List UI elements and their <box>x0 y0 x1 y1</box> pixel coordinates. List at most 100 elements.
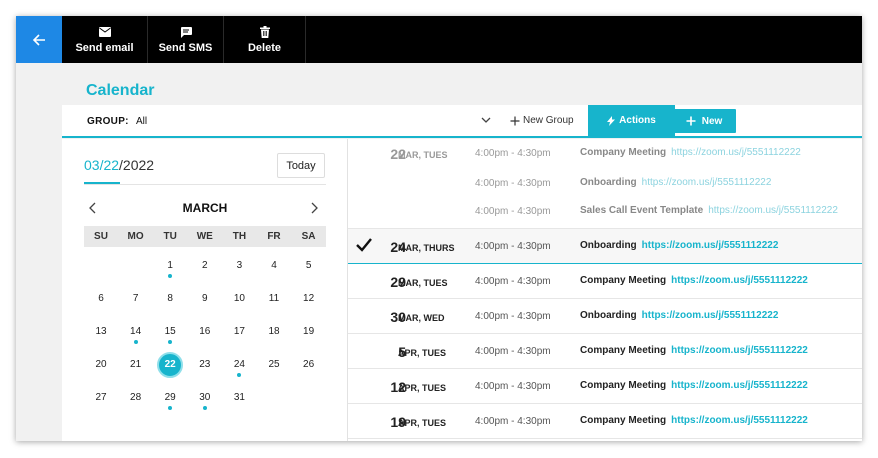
event-time: 4:00pm - 4:30pm <box>475 416 551 427</box>
chevron-left-icon[interactable] <box>89 202 97 214</box>
calendar-day[interactable]: 19 <box>296 319 322 345</box>
event-row[interactable]: 12 APR, TUES 4:00pm - 4:30pm Company Meetin… <box>348 369 862 404</box>
event-name: Sales Call Event Template <box>580 205 704 216</box>
event-title: Company Meeting https://zoom.us/j/5551112… <box>580 345 808 356</box>
event-link[interactable]: https://zoom.us/j/5551112222 <box>671 147 801 158</box>
calendar-day[interactable]: 31 <box>226 385 252 411</box>
event-weekday: APR, TUES <box>398 418 447 428</box>
calendar-day[interactable]: 4 <box>261 253 287 279</box>
calendar-day[interactable]: 2 <box>192 253 218 279</box>
filter-bar: GROUP: All New Group Actions New <box>62 105 862 138</box>
new-group-label: New Group <box>523 115 574 126</box>
event-name: Company Meeting <box>580 147 667 158</box>
event-name: Company Meeting <box>580 275 667 286</box>
event-title: Onboarding https://zoom.us/j/5551112222 <box>580 177 771 188</box>
calendar-day[interactable]: 6 <box>88 286 114 312</box>
new-button[interactable]: New <box>672 109 736 133</box>
top-toolbar: Send email Send SMS Delete <box>16 16 862 63</box>
app-window: Send email Send SMS Delete Calendar GROU… <box>16 16 862 441</box>
month-label: MARCH <box>182 201 228 215</box>
event-row[interactable]: 22 MAR, TUES 4:00pm - 4:30pm Company Meetin… <box>348 139 862 169</box>
event-time: 4:00pm - 4:30pm <box>475 148 551 159</box>
delete-button[interactable]: Delete <box>224 16 306 63</box>
calendar-day[interactable]: 7 <box>123 286 149 312</box>
event-row[interactable]: 19 APR, TUES 4:00pm - 4:30pm Company Meetin… <box>348 404 862 439</box>
calendar-day[interactable]: 22 <box>157 352 184 378</box>
event-link[interactable]: https://zoom.us/j/5551112222 <box>642 310 779 321</box>
event-list: 22 MAR, TUES 4:00pm - 4:30pm Company Meetin… <box>348 139 862 441</box>
calendar-day[interactable]: 9 <box>192 286 218 312</box>
event-weekday: MAR, THURS <box>398 243 455 253</box>
back-button[interactable] <box>16 16 62 63</box>
send-sms-button[interactable]: Send SMS <box>148 16 224 63</box>
plus-icon <box>510 116 520 125</box>
event-link[interactable]: https://zoom.us/j/5551112222 <box>671 380 808 391</box>
send-sms-label: Send SMS <box>158 42 213 54</box>
calendar-day[interactable]: 16 <box>192 319 218 345</box>
actions-button[interactable]: Actions <box>588 105 675 136</box>
event-time: 4:00pm - 4:30pm <box>475 206 551 217</box>
date-divider <box>84 184 326 185</box>
event-link[interactable]: https://zoom.us/j/5551112222 <box>642 177 772 188</box>
event-row[interactable]: 30 MAR, WED 4:00pm - 4:30pm Onboarding https… <box>348 299 862 334</box>
chevron-down-icon[interactable] <box>481 115 491 125</box>
event-name: Onboarding <box>580 240 637 251</box>
event-link[interactable]: https://zoom.us/j/5551112222 <box>671 275 808 286</box>
current-date-year: /2022 <box>119 157 155 173</box>
event-row[interactable]: 29 MAR, TUES 4:00pm - 4:30pm Company Meetin… <box>348 264 862 299</box>
event-link[interactable]: https://zoom.us/j/5551112222 <box>671 345 808 356</box>
event-row[interactable]: 24 MAR, THURS 4:00pm - 4:30pm Onboarding htt… <box>348 229 862 264</box>
event-time: 4:00pm - 4:30pm <box>475 241 551 252</box>
chevron-right-icon[interactable] <box>310 202 318 214</box>
event-link[interactable]: https://zoom.us/j/5551112222 <box>642 240 779 251</box>
event-weekday: MAR, WED <box>398 313 445 323</box>
calendar-panel: 03/22/2022 Today MARCH SU MO TU WE TH FR SA 12… <box>62 139 348 441</box>
weekday-2: TU <box>163 231 177 242</box>
calendar-day[interactable]: 13 <box>88 319 114 345</box>
calendar-day[interactable]: 25 <box>261 352 287 378</box>
event-title: Company Meeting https://zoom.us/j/5551112… <box>580 415 808 426</box>
event-link[interactable]: https://zoom.us/j/5551112222 <box>671 415 808 426</box>
today-button[interactable]: Today <box>277 153 325 178</box>
plus-icon <box>686 116 696 126</box>
lightning-icon <box>607 115 616 126</box>
calendar-day[interactable]: 5 <box>296 253 322 279</box>
weekday-4: TH <box>232 231 247 242</box>
calendar-day[interactable]: 17 <box>226 319 252 345</box>
event-name: Company Meeting <box>580 345 667 356</box>
calendar-day[interactable]: 23 <box>192 352 218 378</box>
calendar-day[interactable]: 10 <box>226 286 252 312</box>
event-name: Company Meeting <box>580 380 667 391</box>
group-select[interactable]: All <box>136 116 147 127</box>
calendar-day[interactable]: 27 <box>88 385 114 411</box>
calendar-day[interactable]: 12 <box>296 286 322 312</box>
event-row[interactable]: 4:00pm - 4:30pm Onboarding https://zoom.us… <box>348 169 862 197</box>
group-label: GROUP: <box>87 116 129 127</box>
calendar-day[interactable]: 8 <box>157 286 183 312</box>
send-email-label: Send email <box>75 42 134 54</box>
calendar-day[interactable]: 21 <box>123 352 149 378</box>
send-email-button[interactable]: Send email <box>62 16 148 63</box>
weekday-5: FR <box>267 231 281 242</box>
event-title: Onboarding https://zoom.us/j/5551112222 <box>580 240 778 251</box>
event-weekday: APR, TUES <box>398 383 447 393</box>
event-weekday: APR, TUES <box>398 348 447 358</box>
event-row[interactable]: 4:00pm - 4:30pm Sales Call Event Template… <box>348 197 862 229</box>
weekday-header: SU MO TU WE TH FR SA <box>84 226 326 247</box>
calendar-day[interactable]: 18 <box>261 319 287 345</box>
trash-icon <box>259 25 270 39</box>
current-date: 03/22/2022 <box>84 157 154 173</box>
calendar-day[interactable]: 11 <box>261 286 287 312</box>
calendar-day[interactable]: 20 <box>88 352 114 378</box>
new-group-button[interactable]: New Group <box>510 105 574 136</box>
event-time: 4:00pm - 4:30pm <box>475 381 551 392</box>
calendar-day[interactable]: 28 <box>123 385 149 411</box>
event-row[interactable]: 5 APR, TUES 4:00pm - 4:30pm Company Meeting… <box>348 334 862 369</box>
new-label: New <box>701 115 723 127</box>
calendar-day[interactable]: 26 <box>296 352 322 378</box>
event-dot <box>133 340 138 344</box>
calendar-day[interactable]: 3 <box>226 253 252 279</box>
event-link[interactable]: https://zoom.us/j/5551112222 <box>708 205 838 216</box>
actions-label: Actions <box>619 115 656 126</box>
weekday-1: MO <box>127 231 144 242</box>
